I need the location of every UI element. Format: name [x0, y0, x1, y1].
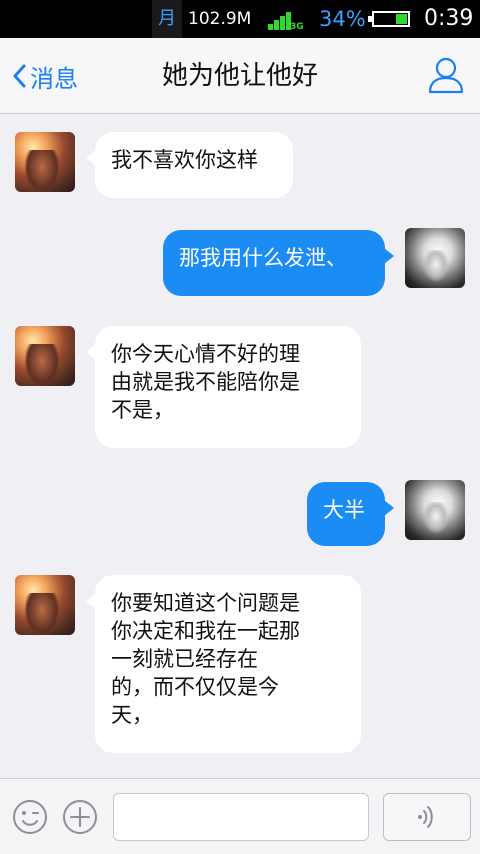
message-row: 大半	[0, 480, 480, 550]
message-bubble-incoming[interactable]: 你今天心情不好的理 由就是我不能陪你是 不是，	[86, 326, 361, 448]
message-row: 我不喜欢你这样	[0, 132, 480, 202]
plus-icon[interactable]	[62, 799, 98, 835]
message-row: 那我用什么发泄、	[0, 228, 480, 298]
avatar[interactable]	[15, 132, 75, 192]
input-bar	[0, 778, 480, 854]
message-bubble-outgoing[interactable]: 大半	[307, 482, 394, 546]
avatar[interactable]	[15, 575, 75, 635]
message-input[interactable]	[113, 793, 369, 841]
chat-list[interactable]: 我不喜欢你这样 那我用什么发泄、 你今天心情不好的理 由就是我不能陪你是 不是，…	[0, 114, 480, 778]
voice-button[interactable]	[383, 793, 471, 841]
message-bubble-incoming[interactable]: 你要知道这个问题是 你决定和我在一起那 一刻就已经存在 的，而不仅仅是今 天，	[86, 575, 361, 753]
avatar[interactable]	[15, 326, 75, 386]
message-row: 你要知道这个问题是 你决定和我在一起那 一刻就已经存在 的，而不仅仅是今 天，	[0, 575, 480, 755]
network-type: 3G	[290, 22, 304, 32]
back-button[interactable]: 消息	[12, 38, 78, 114]
person-icon[interactable]	[428, 56, 464, 94]
signal-icon: 3G	[268, 10, 304, 32]
avatar[interactable]	[405, 480, 465, 540]
message-bubble-incoming[interactable]: 我不喜欢你这样	[86, 132, 293, 198]
battery-percent: 34%	[319, 7, 366, 31]
chevron-left-icon	[13, 64, 26, 88]
back-label: 消息	[30, 64, 78, 93]
avatar[interactable]	[405, 228, 465, 288]
clock: 0:39	[424, 6, 474, 31]
message-row: 你今天心情不好的理 由就是我不能陪你是 不是，	[0, 326, 480, 450]
nav-bar: 她为他让他好 消息	[0, 38, 480, 114]
message-bubble-outgoing[interactable]: 那我用什么发泄、	[163, 230, 394, 296]
voice-icon	[418, 806, 433, 828]
network-speed: 102.9M	[188, 9, 252, 29]
status-bar: 月 102.9M 3G 34% 0:39	[0, 0, 480, 38]
battery-icon	[368, 11, 410, 27]
carrier-indicator: 月	[152, 0, 182, 38]
emoji-icon[interactable]	[12, 799, 48, 835]
